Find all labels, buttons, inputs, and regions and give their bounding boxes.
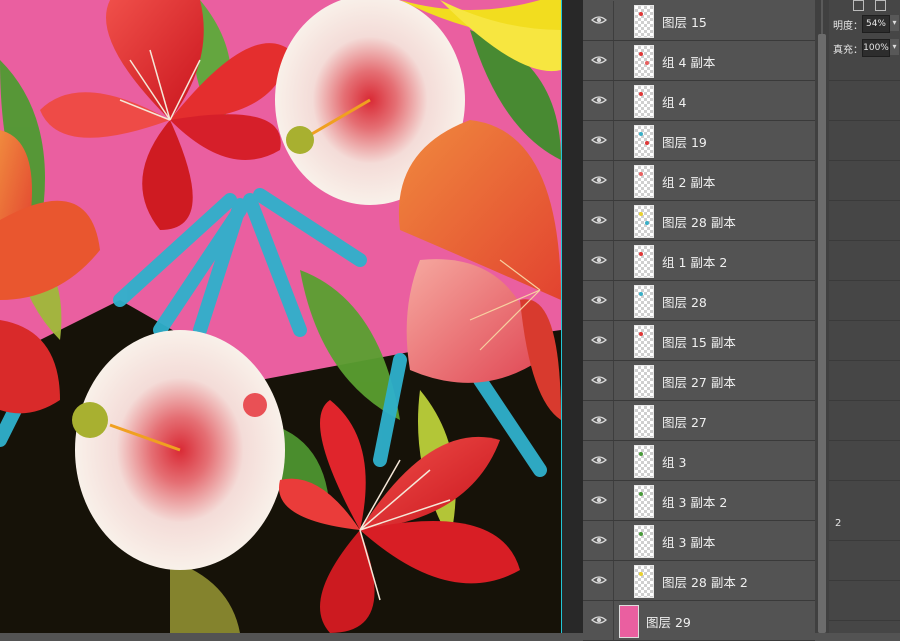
fill-input[interactable]: 100% [862,39,890,57]
layer-name: 图层 19 [662,135,707,150]
layer-visibility-toggle[interactable] [583,121,614,160]
eye-icon[interactable] [591,12,607,28]
layer-visibility-toggle[interactable] [583,41,614,80]
layer-row[interactable]: 组 1 副本 2 [583,241,815,281]
layer-visibility-toggle[interactable] [583,561,614,600]
layer-name: 图层 28 [662,295,707,310]
layer-name: 图层 27 副本 [662,375,736,390]
layer-thumbnail [634,285,654,318]
opacity-label: 明度： [833,21,863,32]
layers-panel: 图层 15 组 4 副本组 4 图层 19 组 2 副本图层 28 副本组 1 副本 … [583,0,815,641]
layer-visibility-toggle[interactable] [583,201,614,240]
layer-thumbnail [634,165,654,198]
layer-name: 图层 29 [646,615,691,630]
layer-thumbnail [634,485,654,518]
scrollbar-thumb[interactable] [818,34,826,633]
eye-icon[interactable] [591,212,607,228]
layer-thumbnail [634,325,654,358]
layer-thumbnail [619,605,639,638]
layer-row[interactable]: 组 4 副本 [583,41,815,81]
eye-icon[interactable] [591,172,607,188]
layer-thumbnail [634,45,654,78]
layer-name: 组 3 副本 [662,535,716,550]
eye-icon[interactable] [591,452,607,468]
eye-icon[interactable] [591,132,607,148]
canvas-pasteboard [562,0,583,633]
layer-name: 图层 28 副本 2 [662,575,748,590]
layer-row[interactable]: 组 3 [583,441,815,481]
layer-visibility-toggle[interactable] [583,601,614,640]
layers-scrollbar[interactable] [815,0,829,633]
eye-icon[interactable] [591,252,607,268]
document-canvas[interactable] [0,0,561,633]
eye-icon[interactable] [591,532,607,548]
layer-row[interactable]: 图层 29 [583,601,815,641]
layer-row[interactable]: 组 4 [583,81,815,121]
layer-visibility-toggle[interactable] [583,441,614,480]
layer-row[interactable]: 图层 15 [583,1,815,41]
layer-thumbnail [634,565,654,598]
layer-visibility-toggle[interactable] [583,81,614,120]
layer-row[interactable]: 图层 28 [583,281,815,321]
layer-thumbnail [634,205,654,238]
layer-visibility-toggle[interactable] [583,401,614,440]
eye-icon[interactable] [591,292,607,308]
layer-name: 组 1 副本 2 [662,255,728,270]
opacity-input[interactable]: 54% [862,15,890,33]
layer-name: 图层 27 [662,415,707,430]
opacity-dropdown-icon[interactable]: ▾ [890,15,899,31]
layer-thumbnail [634,405,654,438]
layer-name: 图层 28 副本 [662,215,736,230]
layer-visibility-toggle[interactable] [583,321,614,360]
layer-visibility-toggle[interactable] [583,361,614,400]
layer-name: 图层 15 [662,15,707,30]
lock-pixels-icon[interactable] [853,0,864,11]
layer-thumbnail [634,445,654,478]
eye-icon[interactable] [591,372,607,388]
layer-visibility-toggle[interactable] [583,1,614,40]
layer-visibility-toggle[interactable] [583,521,614,560]
layer-row[interactable]: 图层 27 副本 [583,361,815,401]
layer-row[interactable]: 图层 27 [583,401,815,441]
layer-row[interactable]: 组 2 副本 [583,161,815,201]
layer-row[interactable]: 图层 28 副本 [583,201,815,241]
layer-row[interactable]: 图层 15 副本 [583,321,815,361]
layer-thumbnail [634,365,654,398]
layer-visibility-toggle[interactable] [583,481,614,520]
eye-icon[interactable] [591,332,607,348]
fill-label: 真充： [833,45,863,56]
eye-icon[interactable] [591,412,607,428]
layer-name: 图层 15 副本 [662,335,736,350]
fill-dropdown-icon[interactable]: ▾ [890,39,899,55]
layer-thumbnail [634,5,654,38]
layer-thumbnail [634,85,654,118]
layer-row[interactable]: 组 3 副本 [583,521,815,561]
side-value: 2 [835,518,842,529]
layer-thumbnail [634,245,654,278]
eye-icon[interactable] [591,572,607,588]
properties-strip: 明度： 54% ▾ 真充： 100% ▾ 2 [829,0,900,633]
layer-name: 组 4 [662,95,687,110]
eye-icon[interactable] [591,492,607,508]
layer-name: 组 2 副本 [662,175,716,190]
lock-position-icon[interactable] [875,0,886,11]
layer-visibility-toggle[interactable] [583,241,614,280]
layer-name: 组 3 [662,455,687,470]
layer-row[interactable]: 组 3 副本 2 [583,481,815,521]
layer-thumbnail [634,525,654,558]
eye-icon[interactable] [591,52,607,68]
floral-artwork [0,0,561,633]
layer-visibility-toggle[interactable] [583,161,614,200]
layer-row[interactable]: 图层 19 [583,121,815,161]
eye-icon[interactable] [591,612,607,628]
layer-thumbnail [634,125,654,158]
layer-row[interactable]: 图层 28 副本 2 [583,561,815,601]
layer-name: 组 4 副本 [662,55,716,70]
layer-name: 组 3 副本 2 [662,495,728,510]
layer-visibility-toggle[interactable] [583,281,614,320]
eye-icon[interactable] [591,92,607,108]
